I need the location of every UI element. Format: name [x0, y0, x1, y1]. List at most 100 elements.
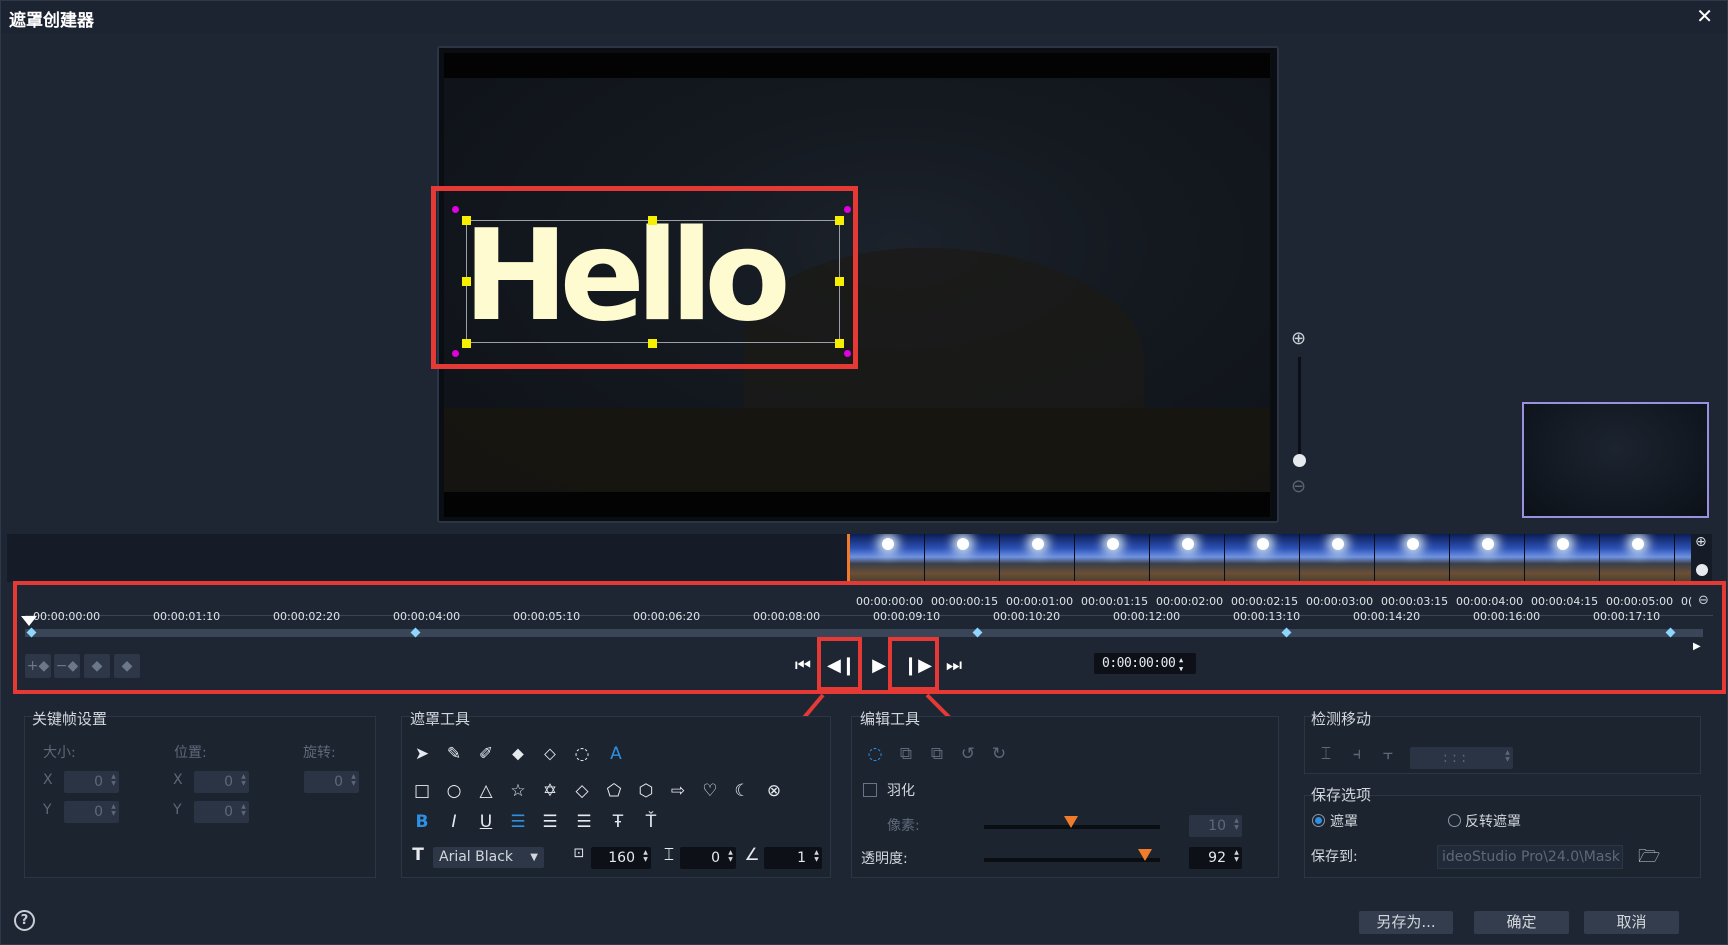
size-x-input[interactable]: 0 — [64, 771, 119, 793]
star6-icon[interactable]: ✡ — [538, 781, 562, 801]
detect-horizontal-icon[interactable]: ⫞ — [1345, 744, 1369, 764]
zoom-in-icon[interactable]: ⊕ — [1291, 328, 1306, 349]
detect-all-icon[interactable]: ⫟ — [1376, 744, 1400, 764]
motion-detect-title: 检测移动 — [1311, 710, 1372, 728]
filmstrip[interactable] — [847, 534, 1691, 582]
size-y-input[interactable]: 0 — [64, 801, 119, 823]
line-spacing-input[interactable]: 0 — [680, 847, 736, 869]
opacity-slider[interactable] — [984, 858, 1160, 862]
text-direction-icon[interactable]: Ŧ — [606, 812, 630, 832]
smart-eraser-icon[interactable]: ⬦ — [538, 744, 562, 764]
resize-handle[interactable] — [648, 216, 657, 225]
filmstrip-zoom-icon[interactable]: ⊕ — [1695, 534, 1707, 550]
zoom-slider-knob[interactable] — [1293, 454, 1306, 467]
rotate-handle[interactable] — [844, 206, 851, 213]
timeline-end-icon: ▶ — [1693, 641, 1701, 652]
star-icon[interactable]: ☆ — [506, 781, 530, 801]
smart-brush-icon[interactable]: ✐ — [474, 744, 498, 764]
pos-x-input[interactable]: 0 — [194, 771, 249, 793]
brush-icon[interactable]: ✎ — [442, 744, 466, 764]
filmstrip-zoom-knob[interactable] — [1696, 564, 1708, 576]
angle-input[interactable]: 1 — [764, 847, 822, 869]
opacity-input[interactable]: 92 — [1189, 847, 1242, 869]
resize-handle[interactable] — [835, 277, 844, 286]
timeline-zoom-icon[interactable]: ⊖ — [1698, 593, 1709, 608]
align-right-icon[interactable]: ☰ — [572, 812, 596, 832]
resize-handle[interactable] — [462, 277, 471, 286]
invert-mask-radio[interactable] — [1448, 814, 1461, 827]
align-left-icon[interactable]: ☰ — [506, 812, 530, 832]
heart-icon[interactable]: ♡ — [698, 781, 722, 801]
save-as-button[interactable]: 另存为... — [1359, 911, 1453, 934]
copy-icon[interactable]: ⧉ — [894, 744, 918, 764]
triangle-icon[interactable]: △ — [474, 781, 498, 801]
font-size-input[interactable]: 160 — [591, 847, 651, 869]
lasso-icon[interactable]: ◌ — [570, 744, 594, 764]
text-tool-icon[interactable]: A — [604, 744, 628, 764]
add-keyframe-button[interactable]: +◆ — [25, 654, 51, 678]
zoom-out-icon[interactable]: ⊖ — [1291, 476, 1306, 497]
pentagon-icon[interactable]: ⬠ — [602, 781, 626, 801]
detect-vertical-icon[interactable]: ⌶ — [1314, 744, 1338, 764]
text-spacing-icon[interactable]: Ť — [639, 812, 663, 832]
ok-button[interactable]: 确定 — [1474, 911, 1569, 934]
prev-keyframe-button[interactable]: ◆ — [84, 654, 110, 678]
zoom-slider[interactable] — [1298, 357, 1301, 465]
navigator-thumbnail[interactable] — [1522, 402, 1709, 518]
italic-button[interactable]: I — [442, 812, 466, 832]
underline-button[interactable]: U — [474, 812, 498, 832]
playhead[interactable] — [21, 616, 37, 626]
lasso-select-icon[interactable]: ◌ — [863, 744, 887, 764]
pos-y-input[interactable]: 0 — [194, 801, 249, 823]
pixels-input[interactable]: 10 — [1189, 815, 1242, 837]
folder-icon[interactable]: 🗁 — [1638, 844, 1660, 874]
ruler-label-top: 00:00:04:15 — [1531, 595, 1599, 608]
resize-handle[interactable] — [462, 216, 471, 225]
next-keyframe-button[interactable]: ◆ — [114, 654, 140, 678]
timecode-stepper[interactable]: ▲ ▼ — [1179, 656, 1195, 677]
feather-checkbox[interactable] — [863, 783, 877, 797]
font-size-icon: ⊡ — [573, 846, 585, 861]
rotate-handle[interactable] — [452, 350, 459, 357]
font-select[interactable]: Arial Black ▼ — [433, 847, 544, 868]
select-arrow-icon[interactable]: ➤ — [410, 744, 434, 764]
pixels-slider-knob[interactable] — [1064, 816, 1078, 828]
rectangle-icon[interactable]: □ — [410, 781, 434, 801]
cancel-button[interactable]: 取消 — [1584, 911, 1679, 934]
bold-button[interactable]: B — [410, 812, 434, 832]
opacity-slider-knob[interactable] — [1138, 849, 1152, 861]
resize-handle[interactable] — [648, 339, 657, 348]
rotate-handle[interactable] — [452, 206, 459, 213]
diamond-icon[interactable]: ◇ — [570, 781, 594, 801]
detect-time-field[interactable]: : : : — [1410, 747, 1513, 769]
rotate-handle[interactable] — [844, 350, 851, 357]
eraser-icon[interactable]: ⬥ — [506, 744, 530, 764]
resize-handle[interactable] — [462, 339, 471, 348]
save-path-field[interactable]: ideoStudio Pro\24.0\Mask — [1437, 845, 1623, 869]
keyframe-track[interactable] — [25, 629, 1703, 637]
remove-keyframe-button[interactable]: −◆ — [54, 654, 80, 678]
hexagon-icon[interactable]: ⬡ — [634, 781, 658, 801]
redo-icon[interactable]: ↻ — [987, 744, 1011, 764]
font-icon: T — [412, 845, 424, 865]
moon-icon[interactable]: ☾ — [730, 781, 754, 801]
clear-shape-icon[interactable]: ⊗ — [762, 781, 786, 801]
undo-icon[interactable]: ↺ — [956, 744, 980, 764]
mask-radio[interactable] — [1312, 814, 1325, 827]
resize-handle[interactable] — [835, 216, 844, 225]
ruler-label-top: 00:00:02:15 — [1231, 595, 1299, 608]
arrow-shape-icon[interactable]: ⇨ — [666, 781, 690, 801]
ellipse-icon[interactable]: ○ — [442, 781, 466, 801]
first-frame-button[interactable]: ⏮ — [791, 654, 815, 678]
rotation-input[interactable]: 0 — [304, 771, 359, 793]
close-icon[interactable]: ✕ — [1696, 4, 1713, 28]
last-frame-button[interactable]: ⏭ — [942, 654, 966, 678]
selection-box[interactable] — [466, 220, 840, 343]
paste-icon[interactable]: ⧉ — [925, 744, 949, 764]
resize-handle[interactable] — [835, 339, 844, 348]
align-center-icon[interactable]: ☰ — [538, 812, 562, 832]
ruler-label: 00:00:12:00 — [1113, 610, 1181, 623]
prev-frame-button[interactable]: ◀❙ — [827, 654, 856, 678]
next-frame-button[interactable]: ❙▶ — [903, 654, 932, 678]
help-icon[interactable]: ? — [14, 910, 35, 931]
